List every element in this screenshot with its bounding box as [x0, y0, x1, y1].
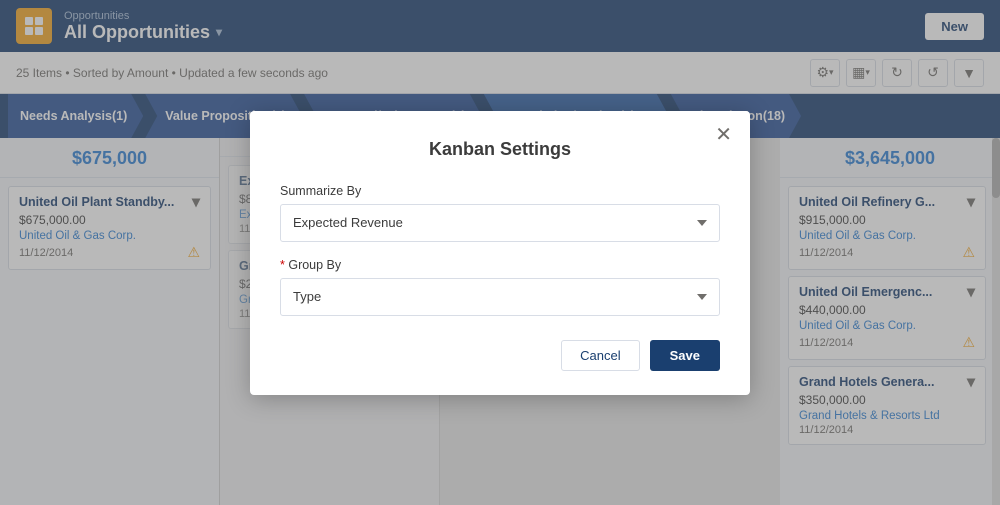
group-by-select[interactable]: Type Stage Salesperson Team	[280, 278, 720, 316]
summarize-by-group: Summarize By Expected Revenue Revenue Co…	[280, 184, 720, 242]
summarize-by-label: Summarize By	[280, 184, 720, 198]
cancel-button[interactable]: Cancel	[561, 340, 639, 371]
summarize-by-select[interactable]: Expected Revenue Revenue Count	[280, 204, 720, 242]
modal-overlay[interactable]: ✕ Kanban Settings Summarize By Expected …	[0, 0, 1000, 505]
modal-footer: Cancel Save	[280, 340, 720, 371]
save-button[interactable]: Save	[650, 340, 720, 371]
kanban-settings-modal: ✕ Kanban Settings Summarize By Expected …	[250, 111, 750, 395]
group-by-group: Group By Type Stage Salesperson Team	[280, 258, 720, 316]
modal-title: Kanban Settings	[280, 139, 720, 160]
modal-close-button[interactable]: ✕	[715, 125, 732, 145]
group-by-label: Group By	[280, 258, 720, 272]
